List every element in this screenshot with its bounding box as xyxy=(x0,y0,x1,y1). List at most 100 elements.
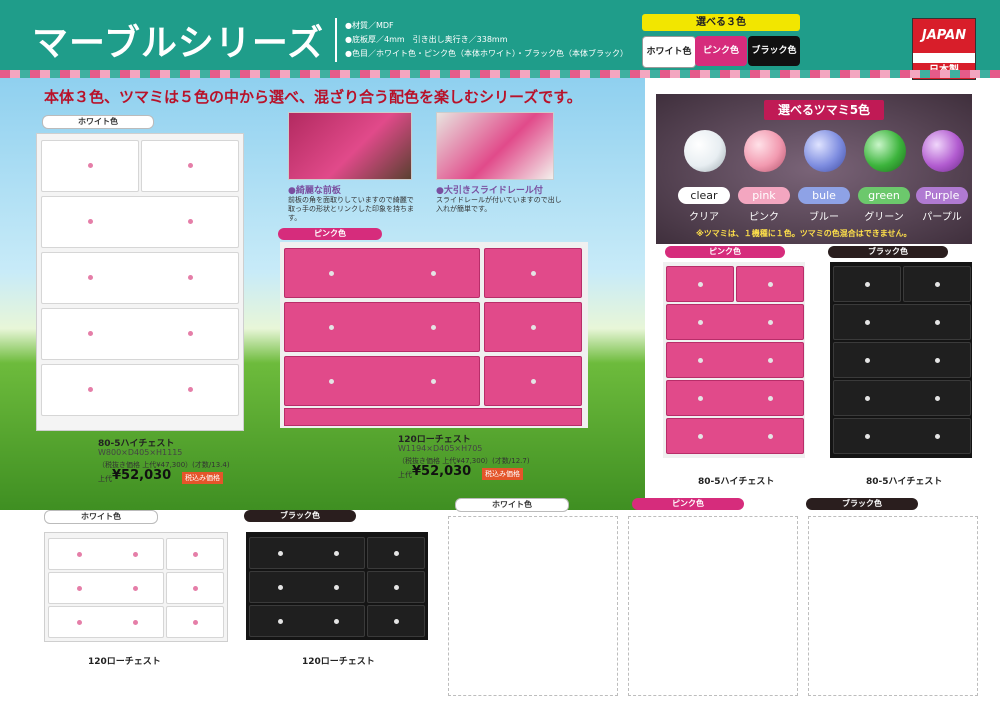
drawer xyxy=(367,605,425,637)
tax-badge: 税込み価格 xyxy=(482,468,523,480)
price-prefix: 上代 xyxy=(98,475,112,483)
knob xyxy=(329,379,334,384)
badge-logo: JAPAN xyxy=(913,19,975,53)
drawer xyxy=(833,380,971,416)
feature-text: 前板の角を面取りしていますので綺麗で取っ手の形状とリンクした印象を持ちます。 xyxy=(288,196,414,222)
drawer xyxy=(284,302,480,352)
feature-text: スライドレールが付いていますので出し入れが簡単です。 xyxy=(436,196,562,213)
knob xyxy=(88,331,93,336)
knob xyxy=(394,585,399,590)
product-name: 120ローチェスト xyxy=(88,657,161,667)
tag-black: ブラック色 xyxy=(244,510,356,522)
knob-panel-title: 選べるツマミ5色 xyxy=(764,100,884,120)
drawer xyxy=(367,571,425,603)
knob-label-jp: ブルー xyxy=(809,212,839,223)
knob xyxy=(768,434,773,439)
drawer xyxy=(666,266,734,302)
drawer xyxy=(367,537,425,569)
knob xyxy=(77,586,82,591)
divider xyxy=(335,18,337,62)
color-option-pink[interactable]: ピンク色 xyxy=(695,36,747,66)
knob xyxy=(88,387,93,392)
drawer xyxy=(166,572,224,604)
knob xyxy=(188,275,193,280)
tag-black: ブラック色 xyxy=(806,498,918,510)
price-prefix: 上代 xyxy=(398,471,412,479)
knob-label-jp: グリーン xyxy=(864,212,904,223)
knob xyxy=(278,619,283,624)
knob xyxy=(77,552,82,557)
knob-label-jp: クリア xyxy=(689,212,719,223)
color-option-white[interactable]: ホワイト色 xyxy=(642,36,696,68)
empty-placeholder xyxy=(448,516,618,696)
drawer xyxy=(284,248,480,298)
knob xyxy=(133,620,138,625)
knob xyxy=(188,163,193,168)
drawer xyxy=(249,605,365,637)
white-high-chest xyxy=(36,133,244,431)
color-option-black[interactable]: ブラック色 xyxy=(748,36,800,66)
knob xyxy=(865,396,870,401)
tag-white: ホワイト色 xyxy=(42,115,154,129)
product-price: ¥52,030 xyxy=(112,468,172,483)
spec-thickness: ●底板厚／4mm 引き出し奥行き／338mm xyxy=(345,35,508,44)
knob xyxy=(133,586,138,591)
purple-knob-icon xyxy=(922,130,964,172)
knob-label-en: clear xyxy=(678,187,730,204)
knob xyxy=(431,271,436,276)
drawer xyxy=(484,248,582,298)
knob xyxy=(935,358,940,363)
knob xyxy=(698,396,703,401)
pattern-band xyxy=(0,70,1000,78)
drawer xyxy=(666,342,804,378)
drawer xyxy=(484,356,582,406)
knob xyxy=(865,282,870,287)
drawer xyxy=(48,538,164,570)
drawer xyxy=(249,537,365,569)
knob xyxy=(865,358,870,363)
knob xyxy=(531,379,536,384)
knob xyxy=(935,320,940,325)
page-title: マーブルシリーズ xyxy=(32,22,325,64)
knob-label-en: Purple xyxy=(916,187,968,204)
knob xyxy=(278,551,283,556)
knob xyxy=(768,396,773,401)
knob xyxy=(865,320,870,325)
knob xyxy=(329,271,334,276)
drawer xyxy=(41,308,239,360)
knob xyxy=(188,331,193,336)
spec-material: ●材質／MDF xyxy=(345,21,394,30)
knob xyxy=(334,585,339,590)
drawer xyxy=(666,418,804,454)
drawer xyxy=(833,342,971,378)
drawer xyxy=(141,140,239,192)
knob xyxy=(193,620,198,625)
plinth xyxy=(284,408,582,426)
knob-label-jp: ピンク xyxy=(749,212,779,223)
knob xyxy=(334,619,339,624)
drawer xyxy=(484,302,582,352)
black-high-chest xyxy=(830,262,972,458)
knob xyxy=(188,387,193,392)
knob xyxy=(935,282,940,287)
knob xyxy=(531,271,536,276)
knob xyxy=(698,358,703,363)
drawer xyxy=(41,140,139,192)
tag-pink: ピンク色 xyxy=(632,498,744,510)
blue-knob-icon xyxy=(804,130,846,172)
knob xyxy=(334,551,339,556)
product-name: 80-5ハイチェスト xyxy=(698,477,775,487)
empty-placeholder xyxy=(628,516,798,696)
knob xyxy=(698,282,703,287)
knob xyxy=(698,434,703,439)
drawer xyxy=(903,266,971,302)
knob xyxy=(278,585,283,590)
tag-white: ホワイト色 xyxy=(44,510,158,524)
clear-knob-icon xyxy=(684,130,726,172)
tag-pink: ピンク色 xyxy=(665,246,785,258)
pink-low-chest xyxy=(280,242,588,428)
drawer xyxy=(48,572,164,604)
drawer xyxy=(833,418,971,454)
knob-label-en: pink xyxy=(738,187,790,204)
feature-photo-rail xyxy=(436,112,554,180)
